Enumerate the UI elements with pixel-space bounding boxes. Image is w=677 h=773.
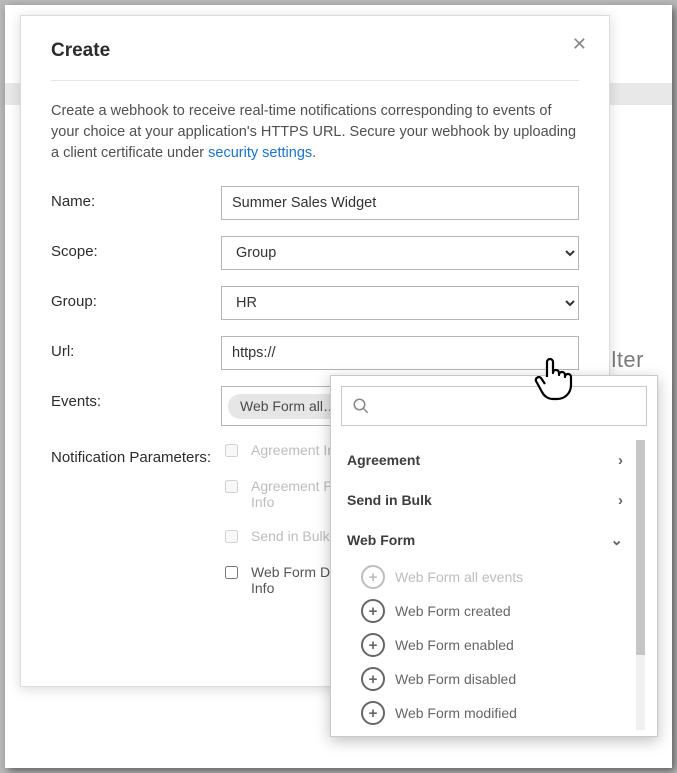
add-icon[interactable]: + — [361, 633, 385, 657]
events-search-input[interactable] — [341, 386, 647, 426]
group-label: Group: — [51, 286, 221, 310]
param-send-in-bulk-checkbox — [225, 530, 238, 543]
event-web-form-enabled[interactable]: +Web Form enabled — [341, 628, 629, 662]
background-filter-text: ilter — [606, 347, 644, 373]
modal-title: Create — [51, 40, 579, 62]
event-web-form-all: +Web Form all events — [341, 560, 629, 594]
param-web-form-doc-checkbox[interactable] — [225, 566, 238, 579]
params-label: Notification Parameters: — [51, 442, 221, 466]
scrollbar-thumb[interactable] — [636, 440, 645, 655]
add-icon[interactable]: + — [361, 599, 385, 623]
param-agreement-participant-checkbox — [225, 480, 238, 493]
category-web-form[interactable]: Web Form⌄ — [341, 520, 629, 560]
search-icon — [352, 397, 370, 415]
url-label: Url: — [51, 336, 221, 360]
event-web-form-disabled[interactable]: +Web Form disabled — [341, 662, 629, 696]
scope-label: Scope: — [51, 236, 221, 260]
group-select[interactable]: HR — [221, 286, 579, 320]
scope-select[interactable]: Group — [221, 236, 579, 270]
divider — [51, 80, 579, 81]
name-input[interactable] — [221, 186, 579, 220]
intro-text: Create a webhook to receive real-time no… — [51, 101, 579, 164]
event-web-form-created[interactable]: +Web Form created — [341, 594, 629, 628]
events-label: Events: — [51, 386, 221, 410]
chevron-down-icon: ⌄ — [610, 531, 623, 549]
add-icon[interactable]: + — [361, 667, 385, 691]
category-send-in-bulk[interactable]: Send in Bulk› — [341, 480, 629, 520]
security-settings-link[interactable]: security settings — [208, 145, 312, 161]
name-label: Name: — [51, 186, 221, 210]
add-icon[interactable]: + — [361, 701, 385, 725]
category-agreement[interactable]: Agreement› — [341, 440, 629, 480]
add-icon: + — [361, 565, 385, 589]
chevron-right-icon: › — [618, 492, 623, 509]
url-input[interactable] — [221, 336, 579, 370]
chevron-right-icon: › — [618, 452, 623, 469]
event-web-form-modified[interactable]: +Web Form modified — [341, 696, 629, 730]
close-icon[interactable]: ✕ — [572, 34, 587, 55]
param-agreement-info-checkbox — [225, 444, 238, 457]
events-dropdown: Agreement› Send in Bulk› Web Form⌄ +Web … — [330, 375, 658, 737]
